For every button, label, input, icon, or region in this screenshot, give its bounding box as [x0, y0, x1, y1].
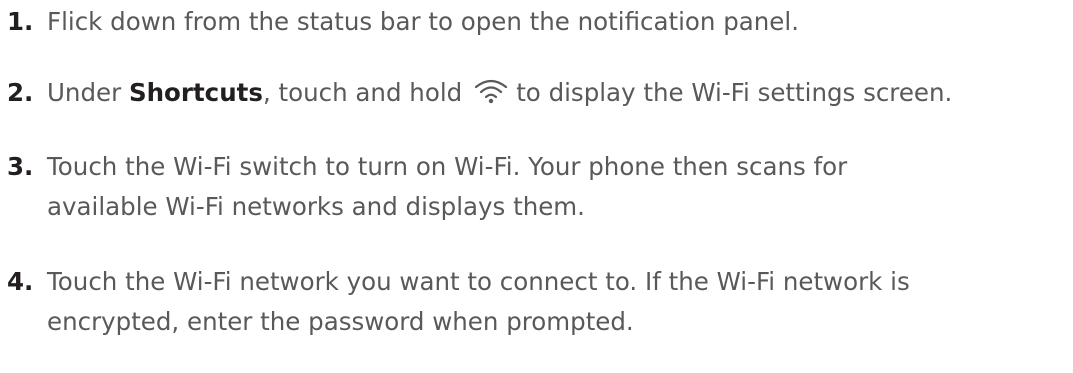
shortcuts-keyword: Shortcuts [128, 78, 263, 107]
step-text-prefix: Under [47, 78, 129, 107]
step-text-mid: , touch and hold [262, 78, 463, 107]
step-text-line-2: available Wi-Fi networks and displays th… [47, 192, 585, 221]
step-text: Under Shortcuts, touch and hold to displ… [47, 75, 952, 111]
wifi-icon [474, 78, 508, 104]
step-2: 2. Under Shortcuts, touch and hold to di… [0, 75, 1073, 111]
step-number: 3. [7, 152, 34, 181]
step-text-line-1: Touch the Wi-Fi switch to turn on Wi-Fi.… [47, 152, 848, 181]
step-number: 1. [7, 7, 34, 36]
step-text: Flick down from the status bar to open t… [47, 7, 799, 36]
step-4: 4. Touch the Wi-Fi network you want to c… [0, 264, 1073, 344]
step-3: 3. Touch the Wi-Fi switch to turn on Wi-… [0, 149, 1073, 229]
step-text-line-2: encrypted, enter the password when promp… [47, 307, 634, 336]
step-number: 2. [7, 78, 34, 107]
step-text-line-1: Touch the Wi-Fi network you want to conn… [47, 267, 910, 296]
step-1: 1. Flick down from the status bar to ope… [0, 4, 1073, 40]
step-text-suffix: to display the Wi-Fi settings screen. [516, 78, 953, 107]
step-number: 4. [7, 267, 34, 296]
